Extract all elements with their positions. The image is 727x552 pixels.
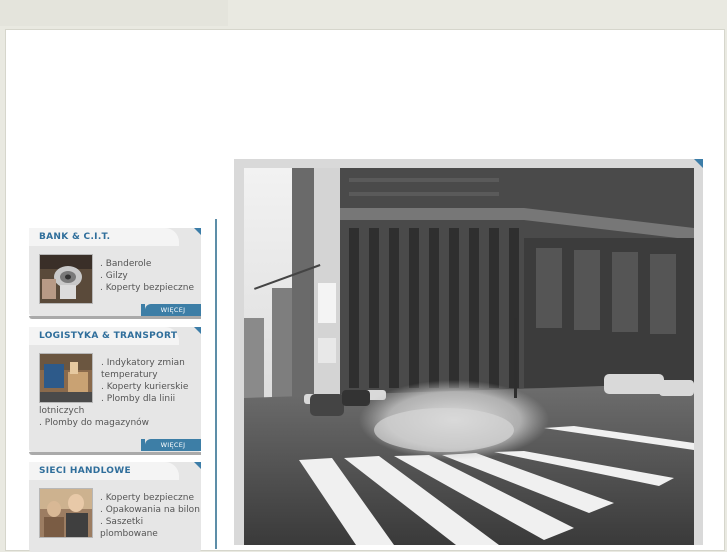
sidebar-divider	[215, 219, 217, 549]
list-item[interactable]: lotniczych	[29, 405, 201, 417]
category-items: . Indykatory zmian temperatury . Koperty…	[29, 357, 201, 429]
list-item[interactable]: . Plomby do magazynów	[29, 417, 201, 429]
corner-accent	[694, 159, 703, 168]
list-item[interactable]: . Koperty kurierskie	[29, 381, 201, 393]
list-item[interactable]: . Banderole	[100, 258, 200, 270]
top-bar	[0, 0, 727, 26]
list-item[interactable]: . Saszetki	[100, 516, 201, 528]
list-item[interactable]: . Plomby dla linii	[29, 393, 201, 405]
list-item[interactable]: . Gilzy	[100, 270, 200, 282]
category-title-retail[interactable]: SIECI HANDLOWE	[39, 466, 131, 476]
category-header: SIECI HANDLOWE	[29, 462, 179, 480]
category-title-logistics[interactable]: LOGISTYKA & TRANSPORT	[39, 331, 177, 341]
list-item[interactable]: . Opakowania na bilon	[100, 504, 201, 516]
category-box-retail: SIECI HANDLOWE . Koperty bezpieczne . Op…	[29, 462, 201, 552]
corner-accent	[194, 228, 201, 235]
list-item[interactable]: temperatury	[29, 369, 201, 381]
category-header: LOGISTYKA & TRANSPORT	[29, 327, 179, 345]
category-items: . Banderole . Gilzy . Koperty bezpieczne	[100, 258, 200, 294]
hero-image-frame	[234, 159, 703, 545]
category-box-logistics: LOGISTYKA & TRANSPORT . Indykatory zmian…	[29, 327, 201, 455]
list-item[interactable]: . Koperty bezpieczne	[100, 492, 201, 504]
roll-photo-icon[interactable]	[39, 254, 93, 304]
more-button[interactable]: WIĘCEJ	[141, 439, 201, 451]
category-items: . Koperty bezpieczne . Opakowania na bil…	[100, 492, 201, 540]
list-item[interactable]: plombowane	[100, 528, 201, 540]
top-bar-shade	[0, 0, 228, 26]
box-shadow	[29, 452, 201, 455]
retail-photo-icon[interactable]	[39, 488, 93, 538]
more-button[interactable]: WIĘCEJ	[141, 304, 201, 316]
box-shadow	[29, 316, 201, 319]
city-street-photo	[244, 168, 694, 545]
corner-accent	[194, 462, 201, 469]
list-item[interactable]: . Indykatory zmian	[29, 357, 201, 369]
category-header: BANK & C.I.T.	[29, 228, 179, 246]
list-item[interactable]: . Koperty bezpieczne	[100, 282, 200, 294]
corner-accent	[194, 327, 201, 334]
category-box-bank: BANK & C.I.T. . Banderole . Gilzy . Kope…	[29, 228, 201, 319]
category-title-bank[interactable]: BANK & C.I.T.	[39, 232, 110, 242]
